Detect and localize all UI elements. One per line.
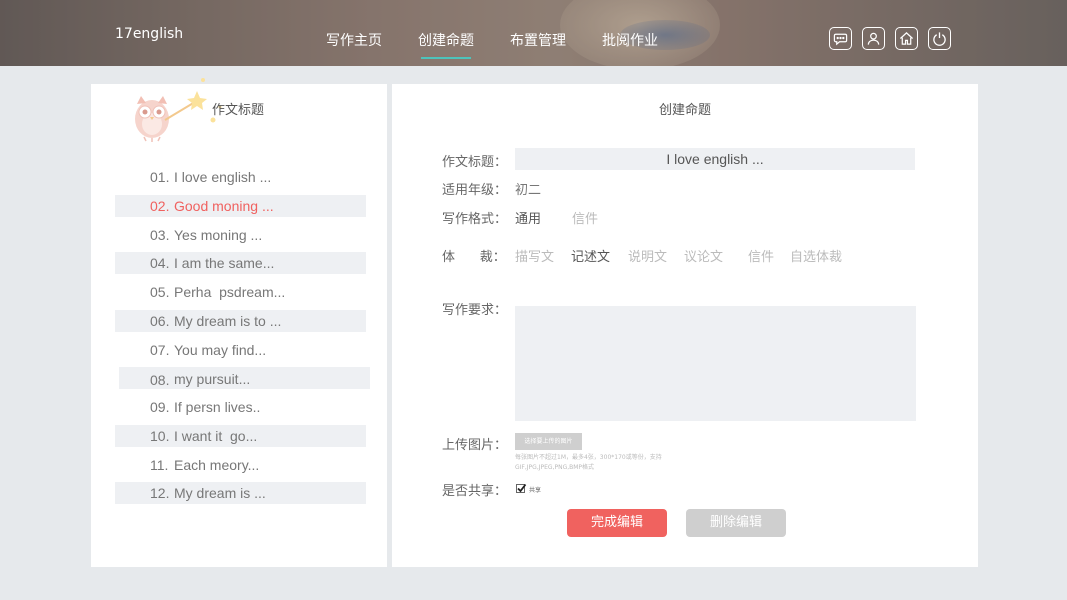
title-list-item-label: I want it go... [174,427,258,444]
title-list-item-label: Good moning ... [174,197,274,214]
title-list-item[interactable]: 01. I love english ... [91,165,387,194]
grade-label: 适用年级： [442,183,508,198]
share-label: 是否共享： [442,484,508,499]
title-list-panel: 作文标题 01. I love english ... 02. Good moning… [91,78,387,567]
title-list-item-label: Perha psdream... [174,284,286,300]
requirement-label: 写作要求： [442,303,508,318]
title-list-item-number: 05. [150,284,170,300]
genre-option-letter[interactable]: 信件 [748,246,774,265]
power-icon[interactable] [928,27,951,50]
checkmark-icon [517,483,527,493]
delete-edit-button[interactable]: 删除编辑 [686,509,786,537]
title-list-item-number: 08. [150,372,170,389]
app-logo[interactable]: 17english [115,26,183,42]
title-list-item-number: 01. [150,169,170,185]
title-list-item-label: Each meory... [174,456,260,473]
title-list-item[interactable]: 10. I want it go... [91,424,387,453]
title-list-item-label: If persn lives.. [174,399,261,415]
create-topic-form: 创建命题 作文标题： I love english ... 适用年级： 初二 写… [392,84,978,567]
finish-edit-button[interactable]: 完成编辑 [567,509,667,537]
format-option-letter[interactable]: 信件 [572,208,598,227]
main-nav: 写作主页 创建命题 布置管理 批阅作业 [326,30,694,59]
chat-icon[interactable] [829,27,852,50]
title-list-item[interactable]: 07. You may find... [91,338,387,367]
title-list-item-label: I am the same... [174,255,275,272]
title-list-item-label: I love english ... [174,169,272,185]
home-icon[interactable] [895,27,918,50]
title-list-item-label: My dream is ... [174,485,266,502]
title-list-item-number: 04. [150,255,170,272]
format-option-general[interactable]: 通用 [515,208,541,227]
title-list-item[interactable]: 09. If persn lives.. [91,395,387,424]
format-label: 写作格式： [442,212,508,227]
title-list-item-number: 07. [150,341,170,358]
upload-hint: 每张图片不超过1M，最多4张，300*170或等份，支持GIF,JPG,JPEG… [515,454,662,471]
title-list-item-number: 10. [150,427,170,444]
user-icon[interactable] [862,27,885,50]
title-list-item[interactable]: 05. Perha psdream... [91,280,387,309]
requirement-textarea[interactable] [515,306,916,421]
genre-option-expository[interactable]: 说明文 [628,246,667,265]
nav-create-topic[interactable]: 创建命题 [418,30,474,59]
title-list-item-label: Yes moning ... [174,226,263,243]
title-list-item[interactable]: 02. Good moning ... [91,194,387,223]
title-list-item-number: 09. [150,399,170,415]
grade-value[interactable]: 初二 [515,179,541,198]
genre-option-argumentative[interactable]: 议论文 [684,246,723,265]
title-list-item-label: My dream is to ... [174,312,282,329]
genre-option-custom[interactable]: 自选体裁 [790,246,842,265]
upload-image-button[interactable]: 选择要上传的图片 [515,433,582,450]
header-icon-bar [829,27,961,50]
title-list-item-number: 06. [150,312,170,329]
title-list-item[interactable]: 04. I am the same... [91,251,387,280]
title-list-item-number: 12. [150,485,170,502]
essay-title-label: 作文标题： [442,155,508,170]
genre-label: 体 裁： [442,250,506,265]
share-checkbox[interactable] [516,483,527,493]
genre-option-narrative[interactable]: 记述文 [571,246,610,265]
title-list-item-number: 03. [150,226,170,243]
nav-writing-home[interactable]: 写作主页 [326,30,382,50]
title-list-item[interactable]: 11. Each meory... [91,453,387,482]
share-checkbox-label: 共享 [529,487,542,494]
upload-label: 上传图片： [442,438,508,453]
title-list-item[interactable]: 03. Yes moning ... [91,223,387,252]
title-list-item[interactable]: 08. my pursuit... [91,366,387,395]
genre-option-descriptive[interactable]: 描写文 [515,246,554,265]
nav-grade-homework[interactable]: 批阅作业 [602,30,658,50]
title-list-item-label: my pursuit... [174,371,251,388]
title-list-item-number: 02. [150,197,170,214]
essay-title-list: 01. I love english ... 02. Good moning ... 0… [91,165,387,510]
title-list-item-label: You may find... [174,341,267,358]
title-list-item-number: 11. [150,456,169,473]
essay-title-field[interactable]: I love english ... [515,148,915,170]
form-title: 创建命题 [658,103,711,118]
top-header: 17english 写作主页 创建命题 布置管理 批阅作业 [0,0,1067,66]
title-list-item[interactable]: 12. My dream is ... [91,481,387,510]
nav-assignment-management[interactable]: 布置管理 [510,30,566,50]
title-list-item[interactable]: 06. My dream is to ... [91,309,387,338]
panel-title: 作文标题 [212,103,265,118]
